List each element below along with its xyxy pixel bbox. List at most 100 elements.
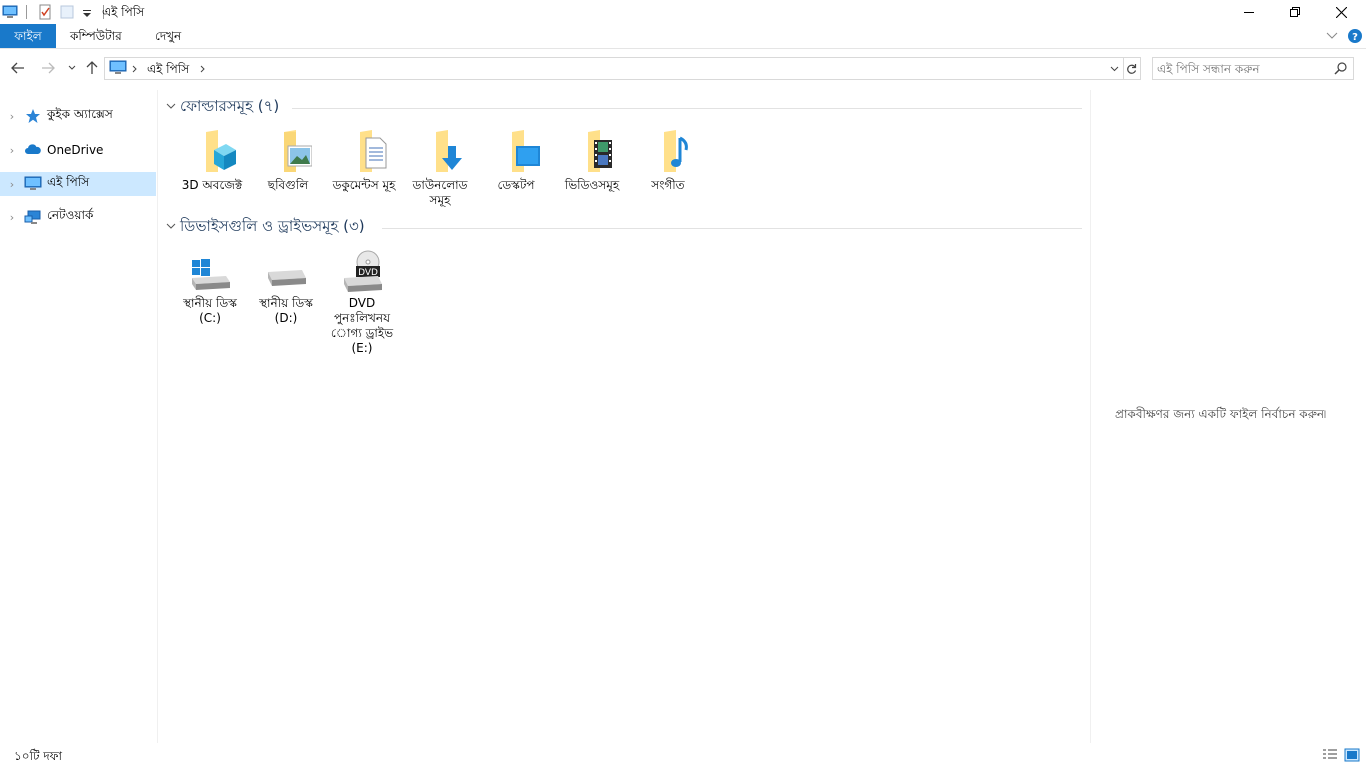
group-divider [382,228,1082,229]
videos-folder-icon [588,130,612,172]
window-title: এই পিসি [102,5,145,19]
group-header-drives[interactable]: ডিভাইসগুলি ও ড্রাইভসমূহ (৩) [166,217,365,237]
breadcrumb-chevron-icon[interactable] [200,65,206,73]
computer-icon [109,60,127,74]
drive-icon [268,270,306,286]
folder-3d-objects[interactable]: 3D অবজেক্ট [174,128,250,193]
pictures-folder-icon [284,130,312,172]
computer-icon[interactable] [2,4,18,20]
address-bar[interactable]: এই পিসি [104,57,1124,80]
sidebar-item-label: এই পিসি [47,175,90,189]
item-label: ডাউনলোড সমূহ [412,178,468,207]
item-label: স্থানীয় ডিস্ক (D:) [259,296,313,325]
chevron-down-icon[interactable] [166,102,180,113]
sidebar-item-onedrive[interactable]: › OneDrive [0,138,156,162]
chevron-right-icon[interactable]: › [2,178,22,191]
breadcrumb-this-pc[interactable]: এই পিসি [147,61,189,81]
file-view: ফোল্ডারসমূহ (৭) 3D অবজেক্ট ছবিগুলি ডকুমে… [160,90,1090,743]
dvd-drive-icon: DVD [344,250,382,292]
cloud-icon [25,144,41,154]
item-label: সংগীত [651,178,685,192]
windows-drive-icon [192,259,230,290]
item-label: ভিডিওসমূহ [564,178,620,192]
toolbar-divider [26,5,27,19]
recent-locations-button[interactable] [62,58,82,78]
item-label: DVD পুনঃলিখনয োগ্য ড্রাইভ (E:) [330,296,394,355]
new-folder-icon[interactable] [59,4,75,20]
folder-downloads[interactable]: ডাউনলোড সমূহ [402,128,478,208]
back-button[interactable] [8,58,28,78]
customize-toolbar-dropdown-icon[interactable] [79,4,95,20]
chevron-down-icon [68,65,76,70]
folder-documents[interactable]: ডকুমেন্টস মূহ [326,128,402,193]
minimize-icon [1244,12,1254,13]
details-view-icon[interactable] [1322,748,1338,762]
status-bar: ১০টি দফা [0,743,1366,768]
title-bar: এই পিসি [0,0,1366,24]
svg-text:?: ? [1352,32,1358,43]
chevron-right-icon[interactable]: › [2,110,22,123]
item-label: ডকুমেন্টস মূহ [332,178,396,192]
group-title: ফোল্ডারসমূহ (৭) [180,96,280,115]
search-icon[interactable] [1334,62,1347,75]
preview-message: প্রাকবীক্ষণর জন্য একটি ফাইল নির্বাচন করু… [1115,407,1327,421]
search-input[interactable] [1157,60,1327,77]
chevron-down-icon[interactable] [166,222,180,233]
3d-objects-folder-icon [206,130,236,172]
refresh-icon [1127,63,1137,74]
back-arrow-icon [11,62,24,74]
documents-folder-icon [360,130,387,172]
minimize-button[interactable] [1226,0,1272,24]
star-icon [26,109,40,123]
restore-icon [1290,7,1300,17]
item-label: স্থানীয় ডিস্ক (C:) [183,296,237,325]
item-label: ডেস্কটপ [497,178,535,192]
desktop-folder-icon [512,130,540,172]
preview-pane: প্রাকবীক্ষণর জন্য একটি ফাইল নির্বাচন করু… [1090,90,1366,743]
item-count: ১০টি দফা [14,749,62,763]
network-icon [24,210,41,224]
group-divider [292,108,1082,109]
forward-button[interactable] [38,58,58,78]
downloads-folder-icon [436,130,462,172]
tab-view[interactable]: দেখুন [143,24,193,48]
close-button[interactable] [1318,0,1364,24]
folder-music[interactable]: সংগীত [630,128,706,193]
sidebar-item-this-pc[interactable]: › এই পিসি [0,172,156,196]
up-arrow-icon [86,61,98,74]
navigation-row: এই পিসি [0,55,1366,83]
quick-access-toolbar [0,2,112,22]
tab-file[interactable]: ফাইল [0,24,56,48]
drive-c[interactable]: স্থানীয় ডিস্ক (C:) [172,250,248,326]
restore-button[interactable] [1272,0,1318,24]
expand-ribbon-icon[interactable] [1326,32,1338,40]
search-box[interactable] [1152,57,1354,80]
sidebar-item-network[interactable]: › নেটওয়ার্ক [0,205,156,229]
tab-computer[interactable]: কম্পিউটার [58,24,134,48]
group-header-folders[interactable]: ফোল্ডারসমূহ (৭) [166,97,279,117]
folder-desktop[interactable]: ডেস্কটপ [478,128,554,193]
forward-arrow-icon [42,62,55,74]
sidebar-item-quick-access[interactable]: › কুইক অ্যাক্সেস [0,104,156,128]
chevron-right-icon[interactable]: › [2,211,22,224]
large-icons-view-icon[interactable] [1344,748,1360,762]
computer-icon [24,176,42,190]
properties-icon[interactable] [37,4,53,20]
sidebar-item-label: নেটওয়ার্ক [47,208,94,222]
music-folder-icon [664,130,688,172]
close-icon [1335,6,1347,18]
folder-pictures[interactable]: ছবিগুলি [250,128,326,193]
address-dropdown-icon[interactable] [1110,66,1119,72]
up-button[interactable] [82,58,102,78]
refresh-button[interactable] [1123,57,1141,80]
folder-videos[interactable]: ভিডিওসমূহ [554,128,630,193]
chevron-right-icon[interactable]: › [2,144,22,157]
drive-d[interactable]: স্থানীয় ডিস্ক (D:) [248,250,324,326]
drive-e-dvd[interactable]: DVD DVD পুনঃলিখনয োগ্য ড্রাইভ (E:) [324,250,400,356]
navigation-pane: › কুইক অ্যাক্সেস › OneDrive › এই পিসি › … [0,90,158,743]
sidebar-item-label: OneDrive [47,143,104,157]
breadcrumb-chevron-icon[interactable] [132,65,138,73]
help-icon[interactable]: ? [1348,29,1362,43]
item-label: 3D অবজেক্ট [181,178,243,192]
sidebar-item-label: কুইক অ্যাক্সেস [47,107,113,121]
